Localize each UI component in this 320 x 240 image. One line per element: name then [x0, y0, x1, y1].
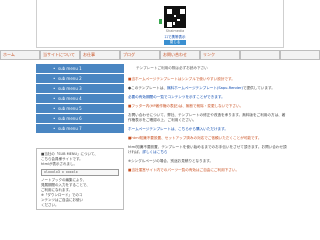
- sidebar-item-label: sub menu 5: [58, 106, 82, 111]
- bullet-icon: •: [53, 126, 56, 131]
- notice-paragraph: お問い合わせについて、弊社、テンプレートの修正や改造を承ります。無料版をご利用の…: [128, 113, 286, 122]
- sidebar-item-label: sub menu 3: [58, 86, 82, 91]
- sidebar-info-box: ■当社の「SUB MENU」について、 こちら会員様サイトです。 htmlが表示…: [36, 148, 124, 210]
- bullet-icon: •: [53, 66, 56, 71]
- sidebar-box-text: ください。: [41, 203, 59, 207]
- nav-item-empty-2[interactable]: [280, 50, 320, 60]
- qr-code-icon: [164, 6, 186, 28]
- sidebar-item-sub-menu-4[interactable]: • sub menu 4: [36, 94, 124, 103]
- sidebar-item-sub-menu-2[interactable]: • sub menu 2: [36, 74, 124, 83]
- nav-item-contact[interactable]: お問い合わせ: [160, 50, 200, 60]
- notice-paragraph: html知識不要設置、テンプレートを使い始めるまでのお手伝いをさせて頂きます。お…: [128, 145, 288, 155]
- details-link[interactable]: 詳しくはこちら: [142, 150, 167, 154]
- page-title: テンプレートご利用の際は必ずお読み下さい: [136, 66, 208, 70]
- nav-item-links[interactable]: リンク: [200, 50, 240, 60]
- purchase-link[interactable]: ホームページテンプレートは、こちらから購入いただけます。: [128, 127, 288, 132]
- close-button[interactable]: 閉じる: [164, 40, 186, 45]
- bullet-icon: •: [53, 76, 56, 81]
- nav-item-home[interactable]: ホーム: [0, 50, 40, 60]
- sidebar-item-sub-menu-1[interactable]: • sub menu 1: [36, 64, 124, 73]
- main-content: テンプレートご利用の際は必ずお読み下さい ■当ホームページテンプレートはシンプル…: [128, 62, 288, 177]
- notice-heading: ■html知識不要設置、セットアップ済みの対応でご依頼いただくことが可能です。: [128, 136, 262, 140]
- nav-item-empty-1[interactable]: [240, 50, 280, 60]
- bullet-icon: •: [53, 86, 56, 91]
- notice-heading: ■フッター内(HP著作権の表記)は、無断で削除・変更しないで下さい。: [128, 104, 244, 108]
- nav-item-blog[interactable]: ブログ: [120, 50, 160, 60]
- sidebar-item-sub-menu-5[interactable]: • sub menu 5: [36, 104, 124, 113]
- sidebar-item-label: sub menu 4: [58, 96, 82, 101]
- notice-paragraph: ●このテンプレートは、無料ホームページテンプレート(Sapu-Render)で提…: [128, 86, 288, 91]
- paragraph-text: ●このテンプレートは、: [128, 86, 167, 90]
- mobile-view-link[interactable]: ｺｺで携帯表示: [137, 35, 213, 39]
- sidebar-item-label: sub menu 1: [58, 66, 82, 71]
- sidebar-item-sub-menu-7[interactable]: • sub menu 7: [36, 124, 124, 133]
- sidebar-item-sub-menu-6[interactable]: • sub menu 6: [36, 114, 124, 123]
- sidebar-item-label: sub menu 2: [58, 76, 82, 81]
- paragraph-text: で提供しています。: [242, 86, 275, 90]
- notice-paragraph: ※シングルページの場合、別途お見積りとなります。: [128, 159, 214, 163]
- bullet-icon: •: [53, 106, 56, 111]
- bullet-icon: •: [53, 116, 56, 121]
- qr-caption: Shaimedia: [165, 29, 185, 33]
- sidebar-code-field[interactable]: xlxxxlx3 x xxxxlx: [41, 169, 119, 176]
- sidebar-item-label: sub menu 6: [58, 116, 82, 121]
- sidebar-item-label: sub menu 7: [58, 126, 82, 131]
- nav-item-about[interactable]: 当サイトについて: [40, 50, 80, 60]
- nav-item-work[interactable]: お仕事: [80, 50, 120, 60]
- global-nav: ホーム 当サイトについて お仕事 ブログ お問い合わせ リンク: [0, 50, 320, 60]
- sidebar-box-text: htmlが表示されまし。: [41, 162, 77, 166]
- notice-heading: ■当社運営サイト内でのパーツ一覧の有効はご自由にご利用下さい。: [128, 168, 240, 172]
- header-mark-icon: [159, 19, 162, 24]
- sidebar-item-sub-menu-3[interactable]: • sub menu 3: [36, 84, 124, 93]
- paragraph-link[interactable]: 必要の有効期間の一覧でコンテンツを示すことができます。: [128, 95, 288, 100]
- header-banner: Shaimedia ｺｺで携帯表示 閉じる: [36, 0, 284, 48]
- template-site-link[interactable]: 無料ホームページテンプレート(Sapu-Render): [167, 86, 243, 90]
- sidebar-menu: • sub menu 1 • sub menu 2 • sub menu 3 • sub…: [36, 64, 124, 134]
- notice-heading: ■当ホームページテンプレートはシンプルで使いやすい設計です。: [128, 77, 235, 81]
- bullet-icon: •: [53, 96, 56, 101]
